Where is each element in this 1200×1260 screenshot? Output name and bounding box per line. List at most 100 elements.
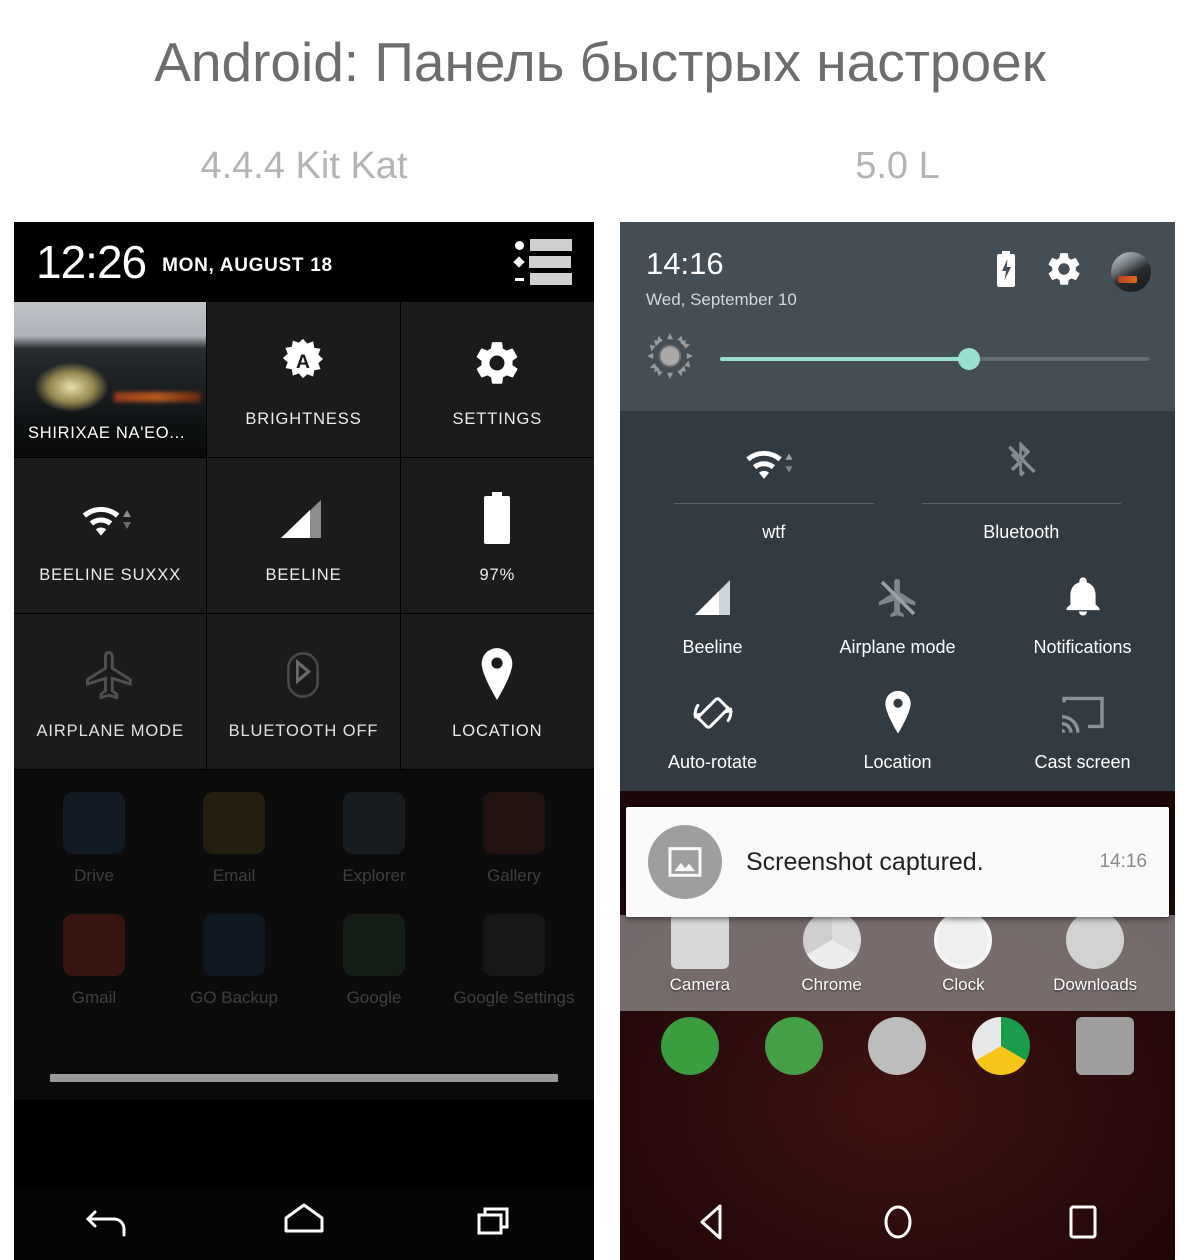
app-item[interactable]: Explorer	[304, 792, 444, 886]
home-app-label: Downloads	[1053, 975, 1138, 994]
app-label: Explorer	[342, 866, 406, 885]
lollipop-tile-label: Bluetooth	[983, 522, 1060, 542]
home-app-label: Camera	[669, 975, 731, 994]
app-item[interactable]: Gallery	[444, 792, 584, 886]
gallery-app-icon	[483, 792, 545, 854]
kitkat-tile-battery[interactable]: 97%	[400, 458, 594, 614]
gear-icon[interactable]	[1045, 250, 1083, 293]
lollipop-date: Wed, September 10	[646, 290, 797, 309]
home-app-label: Chrome	[801, 975, 862, 994]
notification-list-icon[interactable]	[513, 239, 572, 285]
brightness-sun-icon	[646, 332, 694, 385]
kitkat-tile-bluetooth[interactable]: BLUETOOTH OFF	[207, 614, 401, 770]
app-item[interactable]: Gmail	[24, 914, 164, 1008]
tile-underline	[674, 503, 874, 504]
recents-button[interactable]	[1058, 1200, 1108, 1249]
phone-app-icon[interactable]	[660, 1017, 719, 1075]
kitkat-tile-airplane-mode[interactable]: AIRPLANE MODE	[14, 614, 208, 770]
kitkat-navigation-bar	[14, 1188, 594, 1260]
recents-button[interactable]	[469, 1199, 525, 1250]
home-app-item[interactable]: Downloads	[1029, 911, 1161, 995]
airplane-off-icon	[873, 573, 923, 623]
app-item[interactable]: Drive	[24, 792, 164, 886]
kitkat-date: MON, AUGUST 18	[162, 255, 333, 276]
drawer-scrollbar[interactable]	[50, 1074, 558, 1082]
kitkat-quick-settings-grid: SHIRIXAE NA'EO... A BRIGHTNESS SETTINGS …	[14, 302, 594, 770]
auto-brightness-icon: A	[276, 330, 330, 396]
chrome-app-icon	[802, 911, 861, 969]
kitkat-tile-label: LOCATION	[452, 722, 543, 740]
gear-icon	[472, 330, 522, 396]
brightness-slider[interactable]	[720, 347, 1149, 370]
gmail-app-icon	[63, 914, 125, 976]
chrome-app-icon[interactable]	[972, 1017, 1031, 1075]
wifi-icon	[79, 486, 141, 552]
kitkat-tile-label: BLUETOOTH OFF	[228, 722, 379, 740]
brightness-slider-knob[interactable]	[957, 347, 980, 370]
home-button[interactable]	[276, 1199, 332, 1250]
lollipop-tile-label: Notifications	[1033, 637, 1132, 657]
kitkat-tile-wifi[interactable]: BEELINE SUXXX	[14, 458, 208, 614]
google-app-icon	[343, 914, 405, 976]
google-settings-app-icon	[483, 914, 545, 976]
back-button[interactable]	[688, 1200, 738, 1249]
lollipop-tile-cast-screen[interactable]: Cast screen	[990, 688, 1175, 773]
auto-rotate-icon	[689, 688, 737, 738]
home-app-row: Camera Chrome Clock Downloads	[620, 911, 1175, 1011]
lollipop-tile-notifications[interactable]: Notifications	[990, 573, 1175, 658]
kitkat-tile-settings[interactable]: SETTINGS	[400, 302, 594, 458]
user-avatar[interactable]	[1111, 251, 1151, 292]
app-drawer-icon[interactable]	[868, 1017, 927, 1075]
svg-text:A: A	[296, 351, 310, 373]
home-app-item[interactable]: Chrome	[766, 911, 898, 995]
battery-charging-icon	[995, 251, 1017, 292]
dock-row	[620, 1017, 1175, 1075]
home-screen-row: Camera Chrome Clock Downloads	[620, 911, 1175, 1075]
kitkat-app-grid: Drive Email Explorer Gallery Gmail GO Ba…	[14, 770, 594, 1008]
lollipop-tile-label: Airplane mode	[839, 637, 956, 657]
kitkat-tile-location[interactable]: LOCATION	[400, 614, 594, 770]
bluetooth-disabled-icon	[999, 437, 1043, 491]
app-item[interactable]: Google	[304, 914, 444, 1008]
home-app-item[interactable]: Camera	[634, 911, 766, 995]
kitkat-tile-label: BRIGHTNESS	[245, 410, 362, 428]
kitkat-tile-cellular[interactable]: BEELINE	[207, 458, 401, 614]
tile-underline	[921, 503, 1121, 504]
cellular-signal-icon	[277, 486, 329, 552]
kitkat-tile-label: BEELINE SUXXX	[39, 566, 182, 584]
back-button[interactable]	[83, 1199, 139, 1250]
kitkat-tile-profile[interactable]: SHIRIXAE NA'EO...	[14, 302, 208, 458]
kitkat-phone-screenshot: 12:26 MON, AUGUST 18 SHIRIXAE NA'EO... A	[14, 222, 594, 1260]
home-button[interactable]	[873, 1200, 923, 1249]
lollipop-tiles-area: wtf Bluetooth Beeline Airplane mode Noti…	[620, 411, 1175, 791]
email-app-icon	[203, 792, 265, 854]
home-app-item[interactable]: Clock	[898, 911, 1030, 995]
lollipop-tile-cellular[interactable]: Beeline	[620, 573, 805, 658]
kitkat-tile-brightness[interactable]: A BRIGHTNESS	[207, 302, 401, 458]
lollipop-tile-location[interactable]: Location	[805, 688, 990, 773]
lollipop-tile-airplane-mode[interactable]: Airplane mode	[805, 573, 990, 658]
brightness-slider-row	[620, 332, 1175, 411]
drive-app-icon	[63, 792, 125, 854]
lollipop-tile-bluetooth[interactable]: Bluetooth	[898, 437, 1146, 543]
go-backup-app-icon	[203, 914, 265, 976]
battery-icon	[480, 486, 514, 552]
header-icon-group	[995, 250, 1151, 293]
camera-app-icon	[670, 911, 729, 969]
cellular-signal-icon	[690, 573, 736, 623]
airplane-icon	[83, 642, 137, 708]
app-item[interactable]: GO Backup	[164, 914, 304, 1008]
notification-card[interactable]: Screenshot captured. 14:16	[626, 807, 1169, 917]
lollipop-tile-label: Beeline	[682, 637, 743, 657]
lollipop-tile-wifi[interactable]: wtf	[650, 437, 898, 543]
messaging-app-icon[interactable]	[764, 1017, 823, 1075]
clock-app-icon	[934, 911, 993, 969]
app-item[interactable]: Email	[164, 792, 304, 886]
lollipop-phone-screenshot: 14:16 Wed, September 10 wtf Bluetooth Be…	[620, 222, 1175, 1260]
lollipop-tile-auto-rotate[interactable]: Auto-rotate	[620, 688, 805, 773]
bluetooth-icon	[276, 642, 330, 708]
lollipop-tile-label: wtf	[762, 522, 786, 542]
gmail-app-icon[interactable]	[1076, 1017, 1135, 1075]
app-item[interactable]: Google Settings	[444, 914, 584, 1008]
lollipop-tile-label: Location	[863, 752, 932, 772]
